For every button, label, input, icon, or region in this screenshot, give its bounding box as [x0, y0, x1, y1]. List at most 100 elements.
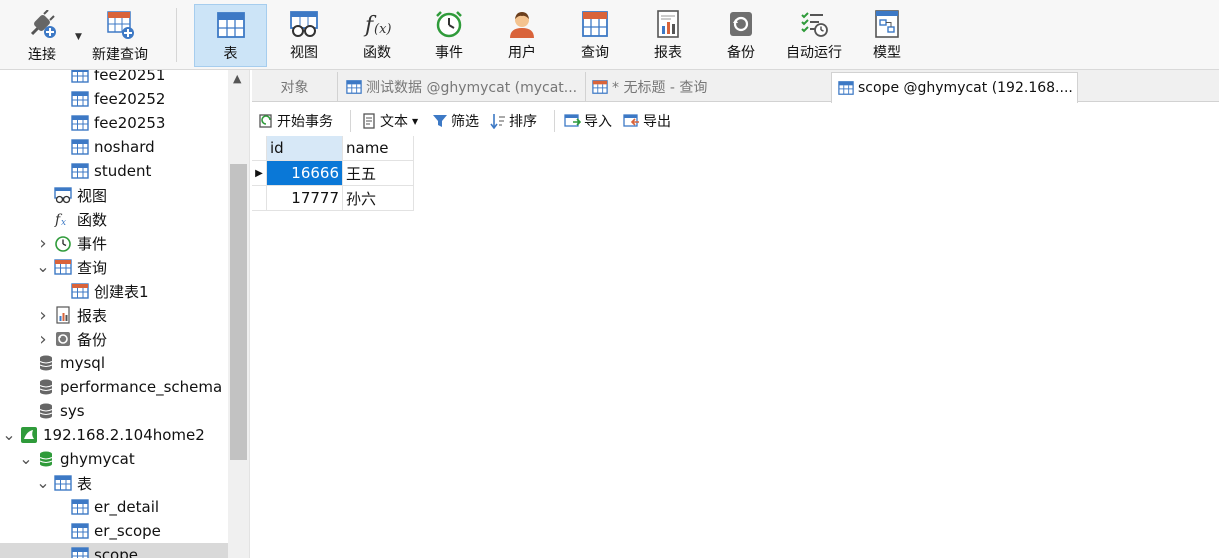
table-cell-name[interactable]: 王五	[343, 161, 414, 186]
sidebar-item[interactable]: sys	[0, 399, 228, 423]
sidebar-item[interactable]: ⌄ 查询	[0, 255, 228, 279]
view-label: 视图	[290, 45, 318, 61]
sidebar-item-label: 报表	[77, 306, 108, 325]
table-icon	[71, 114, 89, 132]
chevron-down-icon[interactable]: ⌄	[19, 451, 33, 467]
sidebar-item[interactable]: ⌄ 表	[0, 471, 228, 495]
import-button[interactable]: 导入	[564, 110, 612, 132]
tab-test-data[interactable]: 测试数据 @ghymycat (mycat...	[340, 72, 586, 102]
sidebar-item[interactable]: scope	[0, 543, 228, 558]
sidebar-item[interactable]: fee20251	[0, 70, 228, 87]
import-label: 导入	[584, 114, 612, 130]
query-icon	[54, 258, 72, 276]
sidebar-item[interactable]: ⌄ 192.168.2.104home2	[0, 423, 228, 447]
scroll-up-icon[interactable]: ▲	[233, 72, 241, 85]
sidebar-item-label: 视图	[77, 186, 108, 205]
scrollbar-thumb[interactable]	[230, 164, 247, 460]
sidebar-item[interactable]: › 事件	[0, 231, 228, 255]
event-button[interactable]: 事件	[422, 4, 476, 67]
table-icon	[71, 546, 89, 558]
model-button[interactable]: 模型	[860, 4, 914, 67]
database-gray-icon	[37, 402, 55, 420]
begin-transaction-button[interactable]: 开始事务	[258, 110, 333, 132]
query-icon	[592, 79, 608, 95]
sidebar-scrollbar[interactable]: ▲	[228, 70, 249, 558]
connect-button[interactable]: 连接	[18, 4, 66, 67]
sidebar-item[interactable]: mysql	[0, 351, 228, 375]
backup-label: 备份	[727, 45, 755, 61]
tab-objects[interactable]: 对象	[252, 72, 338, 102]
connect-dropdown-arrow-icon[interactable]: ▼	[75, 32, 82, 42]
tab-label: 对象	[280, 80, 309, 96]
backup-icon	[730, 12, 752, 36]
text-dropdown-arrow-icon[interactable]: ▼	[412, 117, 418, 126]
current-row-arrow-icon: ▶	[255, 167, 263, 179]
sort-label: 排序	[509, 114, 537, 130]
row-indicator[interactable]: ▶	[252, 161, 267, 186]
view-icon	[54, 186, 72, 204]
view-icon	[290, 11, 318, 37]
query-icon	[582, 11, 608, 37]
sidebar-item[interactable]: 函数	[0, 207, 228, 231]
table-button[interactable]: 表	[194, 4, 267, 67]
table-cell-id[interactable]: 16666	[267, 161, 343, 186]
sidebar-item-label: er_scope	[94, 522, 161, 540]
new-query-icon	[107, 11, 134, 39]
sort-button[interactable]: 排序	[490, 110, 537, 132]
sidebar-item[interactable]: er_scope	[0, 519, 228, 543]
object-tree-sidebar: fee20251 fee20252 fee20253 noshard student 视图…	[0, 70, 250, 558]
sidebar-item[interactable]: performance_schema	[0, 375, 228, 399]
sidebar-item-label: performance_schema	[60, 378, 223, 396]
sidebar-item-label: 备份	[77, 330, 108, 349]
grid-corner[interactable]	[252, 136, 267, 161]
sidebar-item[interactable]: fee20252	[0, 87, 228, 111]
sidebar-item-label: mysql	[60, 354, 105, 372]
export-icon	[623, 113, 640, 129]
import-icon	[564, 113, 581, 129]
sidebar-item[interactable]: student	[0, 159, 228, 183]
filter-button[interactable]: 筛选	[432, 110, 479, 132]
tab-scope[interactable]: scope @ghymycat (192.168....	[831, 72, 1078, 103]
text-button[interactable]: 文本 ▼	[361, 110, 418, 132]
chevron-down-icon[interactable]: ⌄	[36, 259, 50, 275]
view-button[interactable]: 视图	[277, 4, 331, 67]
sidebar-item[interactable]: › 备份	[0, 327, 228, 351]
connect-label: 连接	[28, 47, 56, 63]
row-indicator[interactable]	[252, 186, 267, 211]
user-icon	[510, 12, 534, 38]
chevron-down-icon[interactable]: ⌄	[2, 427, 16, 443]
function-label: 函数	[363, 45, 391, 61]
tab-untitled-query[interactable]: * 无标题 - 查询	[586, 72, 832, 102]
filter-label: 筛选	[451, 114, 479, 130]
new-query-button[interactable]: 新建查询	[88, 4, 152, 67]
export-button[interactable]: 导出	[623, 110, 671, 132]
sidebar-item[interactable]: fee20253	[0, 111, 228, 135]
sidebar-item[interactable]: ⌄ ghymycat	[0, 447, 228, 471]
sidebar-item[interactable]: 视图	[0, 183, 228, 207]
tab-label: * 无标题 - 查询	[612, 80, 708, 96]
sidebar-item-label: 192.168.2.104home2	[43, 426, 205, 444]
function-button[interactable]: f (x) 函数	[350, 4, 404, 67]
sidebar-item-label: sys	[60, 402, 85, 420]
chevron-right-icon[interactable]: ›	[36, 233, 50, 254]
toolbar-separator	[350, 110, 351, 132]
sidebar-item[interactable]: 创建表1	[0, 279, 228, 303]
text-label: 文本	[380, 114, 408, 130]
report-label: 报表	[654, 45, 682, 61]
column-header-name[interactable]: name	[343, 136, 414, 161]
chevron-right-icon[interactable]: ›	[36, 305, 50, 326]
report-button[interactable]: 报表	[641, 4, 695, 67]
sidebar-item[interactable]: › 报表	[0, 303, 228, 327]
chevron-right-icon[interactable]: ›	[36, 329, 50, 350]
column-header-id[interactable]: id	[267, 136, 343, 161]
query-button[interactable]: 查询	[568, 4, 622, 67]
chevron-down-icon[interactable]: ⌄	[36, 475, 50, 491]
sidebar-item-label: 函数	[77, 210, 108, 229]
backup-button[interactable]: 备份	[714, 4, 768, 67]
auto-run-button[interactable]: 自动运行	[780, 4, 848, 67]
user-button[interactable]: 用户	[495, 4, 549, 67]
sidebar-item[interactable]: er_detail	[0, 495, 228, 519]
sidebar-item[interactable]: noshard	[0, 135, 228, 159]
table-cell-id[interactable]: 17777	[267, 186, 343, 211]
table-cell-name[interactable]: 孙六	[343, 186, 414, 211]
